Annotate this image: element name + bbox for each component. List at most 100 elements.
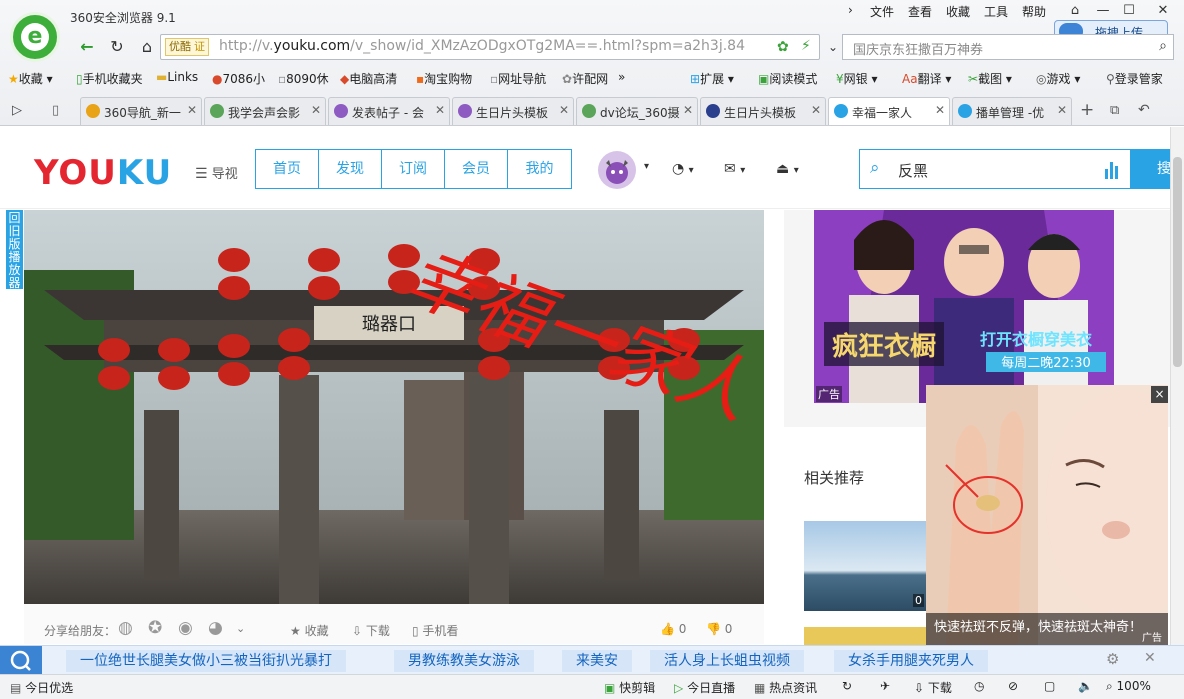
bookmark-links[interactable]: ▬Links (156, 70, 198, 84)
close-window-button[interactable]: ✕ (1152, 2, 1174, 20)
bookmark-nav[interactable]: ▫网址导航 (490, 70, 546, 87)
menu-file[interactable]: 文件 (870, 3, 894, 20)
tab-7[interactable]: 播单管理 -优 ✕ (952, 97, 1072, 125)
download-manager[interactable]: ⇩ 下载 (914, 679, 952, 696)
ie-mode-icon[interactable]: ⊘ (1008, 679, 1018, 693)
refresh-icon[interactable]: ↻ (842, 679, 852, 693)
youku-logo[interactable]: YOUKU (34, 153, 172, 193)
quick-edit-button[interactable]: ▣ 快剪辑 (604, 679, 655, 696)
nav-discover[interactable]: 发现 (319, 150, 382, 188)
sidebar-toggle-icon[interactable]: ▷ (12, 103, 22, 118)
hot-news-button[interactable]: ▦ 热点资讯 (754, 679, 817, 696)
nav-home[interactable]: 首页 (256, 150, 319, 188)
tab-0[interactable]: 360导航_新一 ✕ (80, 97, 202, 125)
tab-3[interactable]: 生日片头模板 ✕ (452, 97, 574, 125)
collect-button[interactable]: ★ 收藏 (290, 622, 329, 639)
pin-icon[interactable]: ✈ (880, 679, 890, 693)
tab-close-icon[interactable]: ✕ (811, 103, 821, 117)
undo-close-icon[interactable]: ↶ (1138, 102, 1150, 118)
wechat-icon[interactable]: ◍ (118, 618, 133, 638)
favorites-star-icon[interactable]: ★收藏 ▾ (8, 70, 53, 87)
tab-close-icon[interactable]: ✕ (1057, 103, 1067, 117)
avatar-dropdown-icon[interactable]: ▾ (644, 161, 649, 172)
avatar[interactable] (598, 151, 636, 189)
upload-icon[interactable]: ⏏ ▾ (776, 161, 799, 177)
qzone-icon[interactable]: ✪ (148, 618, 162, 638)
history-icon[interactable]: ◷ (974, 679, 984, 693)
live-today-button[interactable]: ▷ 今日直播 (674, 679, 735, 696)
minimize-button[interactable]: — (1092, 2, 1114, 20)
news-search-icon[interactable] (0, 646, 42, 675)
mobile-watch-button[interactable]: ▯ 手机看 (412, 622, 458, 639)
menu-view[interactable]: 查看 (908, 3, 932, 20)
today-picks[interactable]: ▤ 今日优选 (10, 679, 73, 696)
tool-extensions[interactable]: ⊞扩展 ▾ (690, 70, 734, 87)
tool-reading-mode[interactable]: ▣阅读模式 (758, 70, 817, 87)
mobile-icon[interactable]: ▯ (52, 103, 59, 118)
message-icon[interactable]: ✉ ▾ (724, 161, 745, 177)
guide-link[interactable]: ☰ 导视 (195, 163, 238, 182)
dislike-button[interactable]: 👎 0 (706, 622, 732, 636)
tab-1[interactable]: 我学会声会影 ✕ (204, 97, 326, 125)
window-icon[interactable]: ▢ (1044, 679, 1055, 693)
tool-translate[interactable]: Aa翻译 ▾ (902, 70, 951, 87)
tab-close-icon[interactable]: ✕ (683, 103, 693, 117)
related-video-thumb[interactable]: 0 (804, 521, 926, 611)
bookmark-hd[interactable]: ◆电脑高清 (340, 70, 397, 87)
menu-tools[interactable]: 工具 (984, 3, 1008, 20)
url-text[interactable]: http://v.youku.com/v_show/id_XMzAzODgxOT… (219, 38, 745, 54)
back-button[interactable]: ← (74, 34, 100, 60)
bookmark-7086[interactable]: ●7086小 (212, 70, 265, 87)
related-video-thumb-2[interactable] (804, 627, 926, 645)
top-ad-banner[interactable]: 疯狂衣橱 打开衣橱穿美衣 每周二晚22:30 广告 春视 (814, 210, 1114, 403)
weibo-icon[interactable]: ◉ (178, 618, 193, 638)
news-item[interactable]: 女杀手用腿夹死男人 (834, 650, 988, 672)
home-button[interactable]: ⌂ (134, 34, 160, 60)
video-player[interactable]: 璐器口 幸福一家人 (24, 210, 764, 604)
popup-ad[interactable] (926, 385, 1168, 645)
history-icon[interactable]: ◔ ▾ (672, 161, 694, 177)
tab-6[interactable]: 幸福一家人 ✕ (828, 97, 950, 125)
nav-mine[interactable]: 我的 (508, 150, 571, 188)
tool-login-manager[interactable]: ⚲登录管家 (1106, 70, 1163, 87)
chart-icon[interactable] (1104, 159, 1120, 182)
address-bar[interactable]: 优酷证 http://v.youku.com/v_show/id_XMzAzOD… (160, 34, 820, 60)
menu-favorites[interactable]: 收藏 (946, 3, 970, 20)
bookmark-taobao[interactable]: ▪淘宝购物 (416, 70, 472, 87)
like-button[interactable]: 👍 0 (660, 622, 686, 636)
scrollbar-thumb[interactable] (1173, 157, 1182, 367)
download-button[interactable]: ⇩ 下载 (352, 622, 390, 639)
tab-4[interactable]: dv论坛_360摄 ✕ (576, 97, 698, 125)
close-icon[interactable]: ✕ (1144, 650, 1156, 666)
search-icon[interactable]: ⌕ (1159, 38, 1167, 54)
maximize-button[interactable]: ☐ (1118, 2, 1140, 20)
popup-close-button[interactable]: × (1151, 386, 1168, 403)
share-more-icon[interactable]: ⌄ (236, 622, 245, 635)
tool-online-bank[interactable]: ¥网银 ▾ (836, 70, 878, 87)
tab-close-icon[interactable]: ✕ (435, 103, 445, 117)
tab-5[interactable]: 生日片头模板 ✕ (700, 97, 826, 125)
refresh-button[interactable]: ↻ (104, 34, 130, 60)
youku-search-input[interactable]: ⌕ 反黑 (859, 149, 1131, 189)
bookmark-xupei[interactable]: ✿许配网 (562, 70, 608, 87)
tab-2[interactable]: 发表帖子 - 会 ✕ (328, 97, 450, 125)
lightning-icon[interactable]: ⚡ (801, 38, 811, 54)
news-item[interactable]: 一位绝世长腿美女做小三被当街扒光暴打 (66, 650, 346, 672)
zoom-icon[interactable]: ⌕ 100% (1106, 679, 1151, 694)
qq-icon[interactable]: ◕ (208, 618, 223, 638)
tab-close-icon[interactable]: ✕ (187, 103, 197, 117)
page-scrollbar[interactable] (1170, 127, 1184, 645)
tab-close-icon[interactable]: ✕ (311, 103, 321, 117)
shirt-icon[interactable]: ⌂ (1064, 2, 1086, 20)
news-item[interactable]: 来美安 (562, 650, 632, 672)
menu-help[interactable]: 帮助 (1022, 3, 1046, 20)
bookmark-mobile[interactable]: ▯手机收藏夹 (76, 70, 143, 87)
news-item[interactable]: 男教练教美女游泳 (394, 650, 534, 672)
bookmark-8090[interactable]: ▫8090休 (278, 70, 329, 87)
new-tab-button[interactable]: + (1080, 100, 1094, 120)
tab-close-icon[interactable]: ✕ (935, 103, 945, 117)
bookmarks-more[interactable]: » (618, 70, 625, 84)
tab-close-icon[interactable]: ✕ (559, 103, 569, 117)
old-player-tag[interactable]: 回旧版播放器 (6, 210, 23, 290)
tool-screenshot[interactable]: ✂截图 ▾ (968, 70, 1012, 87)
